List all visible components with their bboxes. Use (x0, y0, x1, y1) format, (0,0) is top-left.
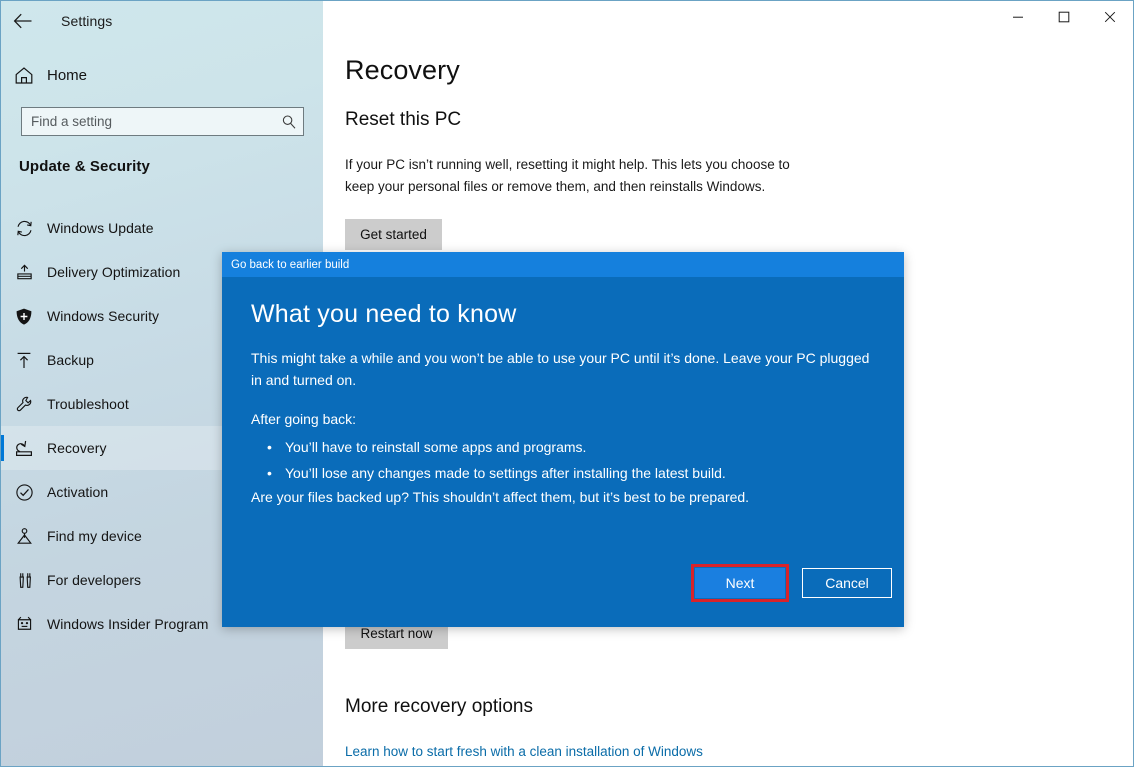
dialog-bullet-list: You’ll have to reinstall some apps and p… (267, 434, 877, 486)
locate-person-icon (1, 527, 47, 546)
dialog-title: Go back to earlier build (231, 258, 350, 271)
sidebar-item-label: Windows Update (47, 220, 154, 236)
list-item: You’ll lose any changes made to settings… (267, 460, 877, 486)
dialog-titlebar: Go back to earlier build (222, 252, 904, 277)
sidebar-item-label: Find my device (47, 528, 142, 544)
sidebar-section-heading: Update & Security (19, 158, 150, 175)
window-title: Settings (61, 13, 113, 29)
sidebar-item-label: Windows Insider Program (47, 616, 209, 632)
window-titlebar: Settings (1, 1, 323, 41)
sidebar-item-label: Windows Security (47, 308, 160, 324)
cancel-button[interactable]: Cancel (802, 568, 892, 598)
sidebar-item-label: Delivery Optimization (47, 264, 181, 280)
learn-clean-install-link[interactable]: Learn how to start fresh with a clean in… (345, 744, 703, 759)
sidebar-item-label: Backup (47, 352, 94, 368)
window-controls (995, 1, 1133, 33)
reset-this-pc-heading: Reset this PC (345, 109, 462, 130)
sidebar-item-label: Troubleshoot (47, 396, 129, 412)
sidebar-item-windows-update[interactable]: Windows Update (1, 206, 323, 250)
next-button[interactable]: Next (695, 568, 785, 598)
dialog-after-going-back-label: After going back: (251, 411, 357, 427)
wrench-icon (1, 395, 47, 414)
sidebar-item-home[interactable]: Home (1, 59, 323, 91)
dialog-closing-text: Are your files backed up? This shouldn’t… (251, 489, 750, 505)
sidebar-item-label: For developers (47, 572, 142, 588)
search-icon (275, 114, 303, 130)
dialog-button-row: Next Cancel (222, 563, 904, 603)
search-box[interactable] (21, 107, 304, 136)
shield-icon (1, 307, 47, 326)
upload-arrow-icon (1, 351, 47, 370)
go-back-to-earlier-build-dialog: Go back to earlier build What you need t… (222, 252, 904, 627)
maximize-button[interactable] (1041, 1, 1087, 33)
get-started-button[interactable]: Get started (345, 219, 442, 250)
minimize-button[interactable] (995, 1, 1041, 33)
close-button[interactable] (1087, 1, 1133, 33)
sidebar-item-label: Recovery (47, 440, 107, 456)
refresh-icon (1, 219, 47, 238)
sidebar-item-label: Activation (47, 484, 109, 500)
sidebar-item-label-home: Home (47, 66, 88, 84)
more-recovery-options-heading: More recovery options (345, 696, 533, 717)
back-button[interactable] (1, 3, 45, 39)
home-icon (1, 66, 47, 85)
delivery-icon (1, 263, 47, 282)
page-title: Recovery (345, 55, 460, 85)
settings-window: Settings Home Update & Security (0, 0, 1134, 767)
tools-icon (1, 571, 47, 590)
check-circle-icon (1, 483, 47, 502)
reset-this-pc-description: If your PC isn’t running well, resetting… (345, 157, 790, 194)
insider-bug-icon (1, 615, 47, 634)
dialog-intro-text: This might take a while and you won’t be… (251, 350, 870, 388)
recovery-icon (1, 439, 47, 458)
search-input[interactable] (22, 114, 275, 129)
list-item: You’ll have to reinstall some apps and p… (267, 434, 877, 460)
dialog-heading: What you need to know (251, 300, 517, 328)
